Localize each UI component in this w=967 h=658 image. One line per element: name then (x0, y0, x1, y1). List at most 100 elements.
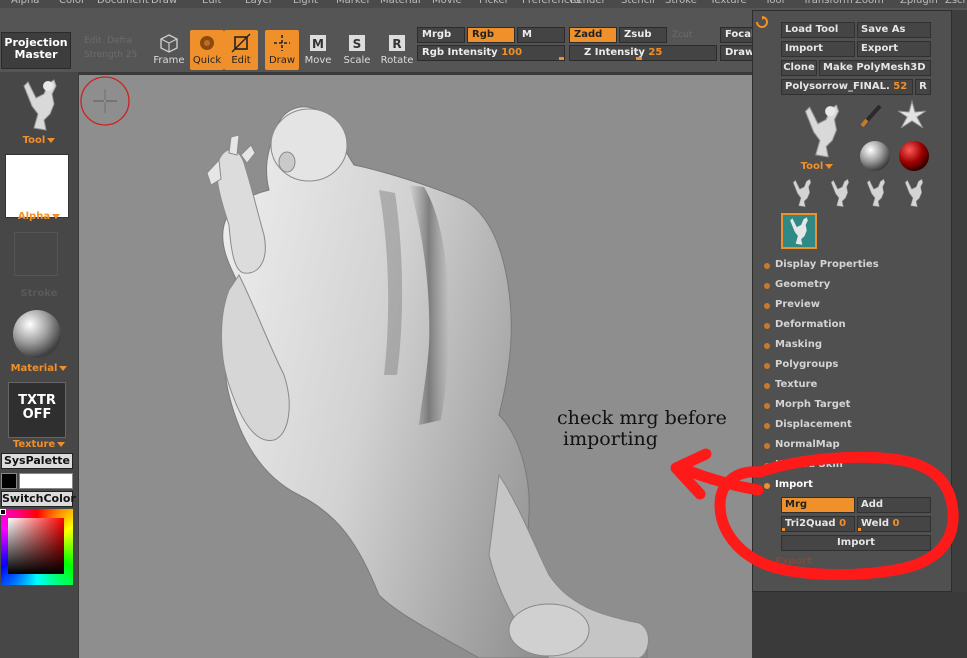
sphere3d-tool-icon[interactable] (858, 139, 892, 173)
texture-off-thumbnail[interactable]: TXTR OFF (8, 382, 66, 438)
section-display-properties[interactable]: Display Properties (764, 259, 879, 270)
zcut-label: Zcut (672, 30, 693, 40)
menu-material[interactable]: Material (380, 0, 421, 6)
palette-tool-label[interactable]: Tool (777, 161, 857, 172)
menu-marker[interactable]: Marker (336, 0, 371, 6)
clone-button[interactable]: Clone (781, 60, 817, 76)
menu-picker[interactable]: Picker (479, 0, 509, 6)
material-menu-label[interactable]: Material (0, 363, 78, 374)
mrgb-button[interactable]: Mrgb (417, 27, 465, 43)
move-label: Move (304, 55, 332, 66)
material-sphere-icon[interactable] (11, 308, 63, 360)
menu-texture[interactable]: Texture (710, 0, 747, 6)
current-tool-thumbnail-icon[interactable] (793, 101, 851, 161)
edit-icon (231, 33, 251, 53)
import-action-button[interactable]: Import (781, 535, 931, 551)
z-intensity-value: 25 (648, 47, 663, 58)
tool-name-text: Polysorrow_FINAL. (785, 81, 890, 92)
texture-menu-label[interactable]: Texture (0, 439, 78, 450)
section-geometry[interactable]: Geometry (763, 279, 830, 290)
menu-movie[interactable]: Movie (432, 0, 462, 6)
stroke-thumbnail[interactable] (14, 232, 58, 276)
syspalette-button[interactable]: SysPalette (1, 453, 73, 469)
color-picker-marker (0, 509, 6, 515)
rgb-intensity-slider[interactable]: Rgb Intensity 100 (417, 45, 565, 61)
mrg-button[interactable]: Mrg (781, 497, 855, 513)
zadd-button[interactable]: Zadd (569, 27, 617, 43)
menu-zoom[interactable]: Zoom (855, 0, 884, 6)
section-preview[interactable]: Preview (763, 299, 820, 310)
main-color-swatch[interactable] (1, 473, 17, 489)
scale-mode-button[interactable]: S Scale (340, 30, 374, 70)
move-mode-button[interactable]: M Move (301, 30, 335, 70)
tool-menu-label[interactable]: Tool (0, 135, 78, 146)
section-texture[interactable]: Texture (763, 379, 817, 390)
section-deformation[interactable]: Deformation (764, 319, 846, 330)
menu-stencil[interactable]: Stencil (621, 0, 655, 6)
active-subtool-thumbnail[interactable] (781, 213, 817, 249)
quick-mode-button[interactable]: Quick (190, 30, 224, 70)
menu-render[interactable]: Render (570, 0, 606, 6)
draw-label: Draw (268, 55, 296, 66)
menu-stroke[interactable]: Stroke (665, 0, 697, 6)
current-tool-name-field[interactable]: Polysorrow_FINAL. 52 (781, 79, 913, 95)
document-canvas[interactable]: check mrg before importing (79, 75, 752, 658)
section-import[interactable]: Import (764, 479, 813, 490)
menu-light[interactable]: Light (293, 0, 318, 6)
frame-mode-button[interactable]: Frame (152, 30, 186, 70)
import-tool-button[interactable]: Import (781, 41, 855, 57)
section-unified-skin[interactable]: Unified Skin (764, 459, 843, 470)
simple-brush-icon[interactable] (859, 103, 883, 129)
rgb-button[interactable]: Rgb (467, 27, 515, 43)
draw-mode-button[interactable]: Draw (265, 30, 299, 70)
alpha-thumbnail[interactable] (5, 154, 69, 218)
section-masking[interactable]: Masking (763, 339, 822, 350)
menu-zplugin[interactable]: Zplugin (900, 0, 938, 6)
menu-color[interactable]: Color (59, 0, 85, 6)
edit-mode-button[interactable]: Edit (224, 30, 258, 70)
alpha-menu-label[interactable]: Alpha (0, 211, 78, 222)
load-tool-button[interactable]: Load Tool (781, 22, 855, 38)
add-button[interactable]: Add (857, 497, 931, 513)
projection-master-button[interactable]: Projection Master (1, 32, 71, 69)
menu-draw[interactable]: Draw (151, 0, 177, 6)
frame-label: Frame (153, 55, 185, 66)
palette-scrollbar[interactable] (952, 10, 967, 592)
section-polygroups[interactable]: Polygroups (763, 359, 838, 370)
section-export[interactable]: Export (763, 556, 812, 567)
save-as-button[interactable]: Save As (857, 22, 931, 38)
weld-slider[interactable]: Weld 0 (857, 516, 931, 532)
tri2quad-slider[interactable]: Tri2Quad 0 (781, 516, 855, 532)
rgb-intensity-label: Rgb Intensity (422, 47, 498, 58)
palette-refresh-icon[interactable] (756, 16, 768, 28)
z-intensity-slider[interactable]: Z Intensity 25 (569, 45, 717, 61)
subtool-thumbnail-icon[interactable] (861, 177, 891, 209)
menu-edit[interactable]: Edit (202, 0, 221, 6)
section-normalmap[interactable]: NormalMap (764, 439, 840, 450)
secondary-color-swatch[interactable] (19, 473, 73, 489)
color-picker-square[interactable] (8, 518, 64, 574)
switchcolor-button[interactable]: SwitchColor (1, 491, 76, 507)
polymesh-sphere-icon[interactable] (897, 139, 931, 173)
m-button[interactable]: M (517, 27, 565, 43)
tool-thumbnail-icon[interactable] (14, 76, 66, 134)
section-morph-target[interactable]: Morph Target (763, 399, 850, 410)
menu-zscript[interactable]: Zscript (945, 0, 967, 6)
menu-document[interactable]: Document (97, 0, 149, 6)
menu-alpha[interactable]: Alpha (11, 0, 39, 6)
quick-icon (200, 36, 214, 50)
menu-layer[interactable]: Layer (245, 0, 273, 6)
zsub-button[interactable]: Zsub (619, 27, 667, 43)
make-polymesh3d-button[interactable]: Make PolyMesh3D (819, 60, 931, 76)
export-tool-button[interactable]: Export (857, 41, 931, 57)
menu-transform[interactable]: Transform (803, 0, 853, 6)
subtool-thumbnail-icon[interactable] (825, 177, 855, 209)
tool-r-button[interactable]: R (915, 79, 931, 95)
section-displacement[interactable]: Displacement (764, 419, 852, 430)
rotate-mode-button[interactable]: R Rotate (380, 30, 414, 70)
menu-tool[interactable]: Tool (765, 0, 784, 6)
star-tool-icon[interactable] (896, 99, 928, 131)
move-icon: M (310, 35, 326, 51)
subtool-thumbnail-icon[interactable] (787, 177, 817, 209)
subtool-thumbnail-icon[interactable] (899, 177, 929, 209)
